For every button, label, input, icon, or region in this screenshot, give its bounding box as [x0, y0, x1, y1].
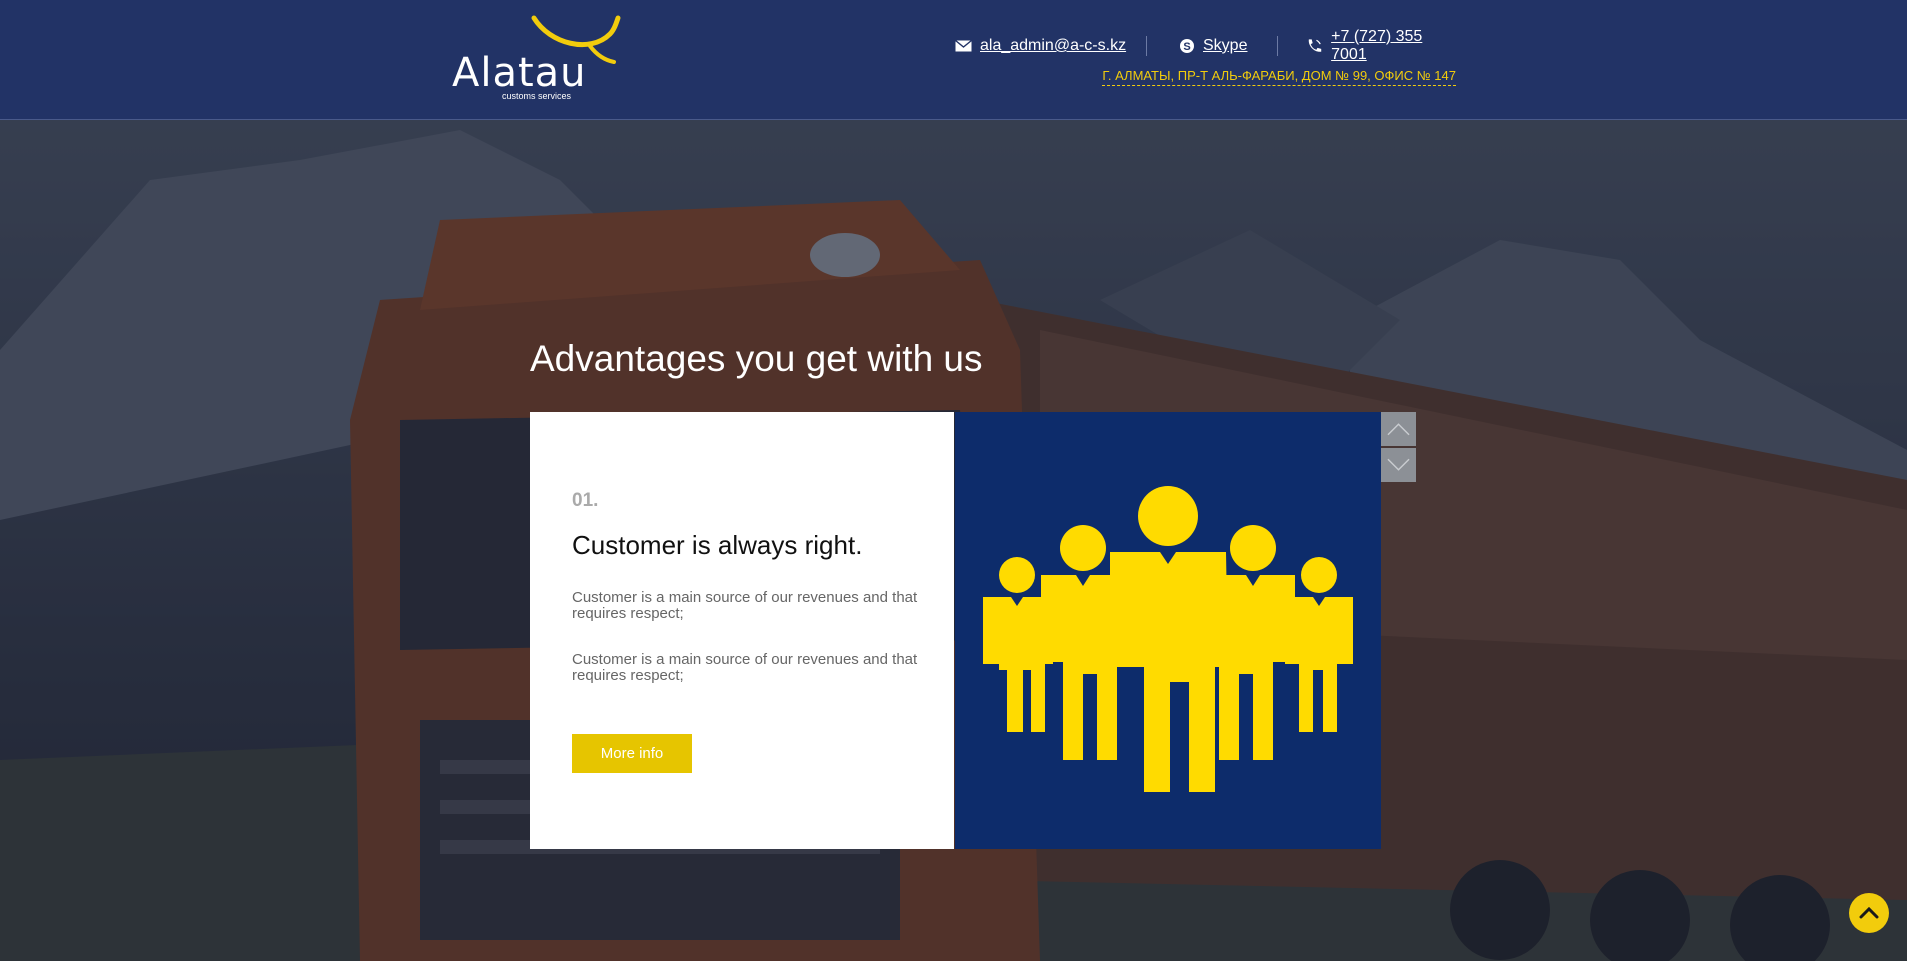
people-group-icon	[983, 486, 1353, 792]
site-header: Alatau customs services ala_admin@a-c-s.…	[0, 0, 1907, 120]
more-info-button[interactable]: More info	[572, 734, 692, 773]
advantage-illustration	[955, 412, 1381, 849]
phone-icon	[1308, 39, 1322, 52]
chevron-down-icon	[1387, 458, 1410, 471]
chevron-up-icon	[1387, 423, 1410, 436]
slider-prev-button[interactable]	[1381, 412, 1416, 446]
slider-next-button[interactable]	[1381, 448, 1416, 482]
logo[interactable]: Alatau customs services	[452, 14, 632, 104]
scroll-to-top-button[interactable]	[1849, 893, 1889, 933]
phone-text: +7 (727) 355 7001	[1331, 28, 1423, 63]
skype-icon: S	[1180, 39, 1194, 53]
contact-bar: ala_admin@a-c-s.kz S Skype +7 (727) 355 …	[950, 28, 1456, 63]
advantage-title: Customer is always right.	[572, 530, 863, 560]
envelope-icon	[955, 40, 972, 52]
advantage-paragraph: Customer is a main source of our revenue…	[572, 651, 918, 684]
skype-text: Skype	[1203, 37, 1248, 54]
email-link[interactable]: ala_admin@a-c-s.kz	[955, 34, 1126, 58]
advantage-number: 01.	[572, 490, 599, 511]
logo-subtext: customs services	[502, 91, 572, 101]
email-text: ala_admin@a-c-s.kz	[980, 37, 1127, 54]
divider	[1146, 36, 1147, 56]
logo-text: Alatau	[452, 50, 587, 96]
chevron-up-icon	[1859, 907, 1879, 919]
svg-text:S: S	[1183, 41, 1190, 53]
address-link[interactable]: Г. АЛМАТЫ, ПР-Т АЛЬ-ФАРАБИ, ДОМ № 99, ОФ…	[1102, 68, 1456, 86]
skype-link[interactable]: S Skype	[1179, 34, 1247, 58]
advantage-paragraph: Customer is a main source of our revenue…	[572, 589, 918, 622]
phone-link[interactable]: +7 (727) 355 7001	[1306, 28, 1456, 63]
divider	[1277, 36, 1278, 56]
advantage-card: 01. Customer is always right. Customer i…	[530, 412, 954, 849]
section-title: Advantages you get with us	[530, 338, 983, 379]
